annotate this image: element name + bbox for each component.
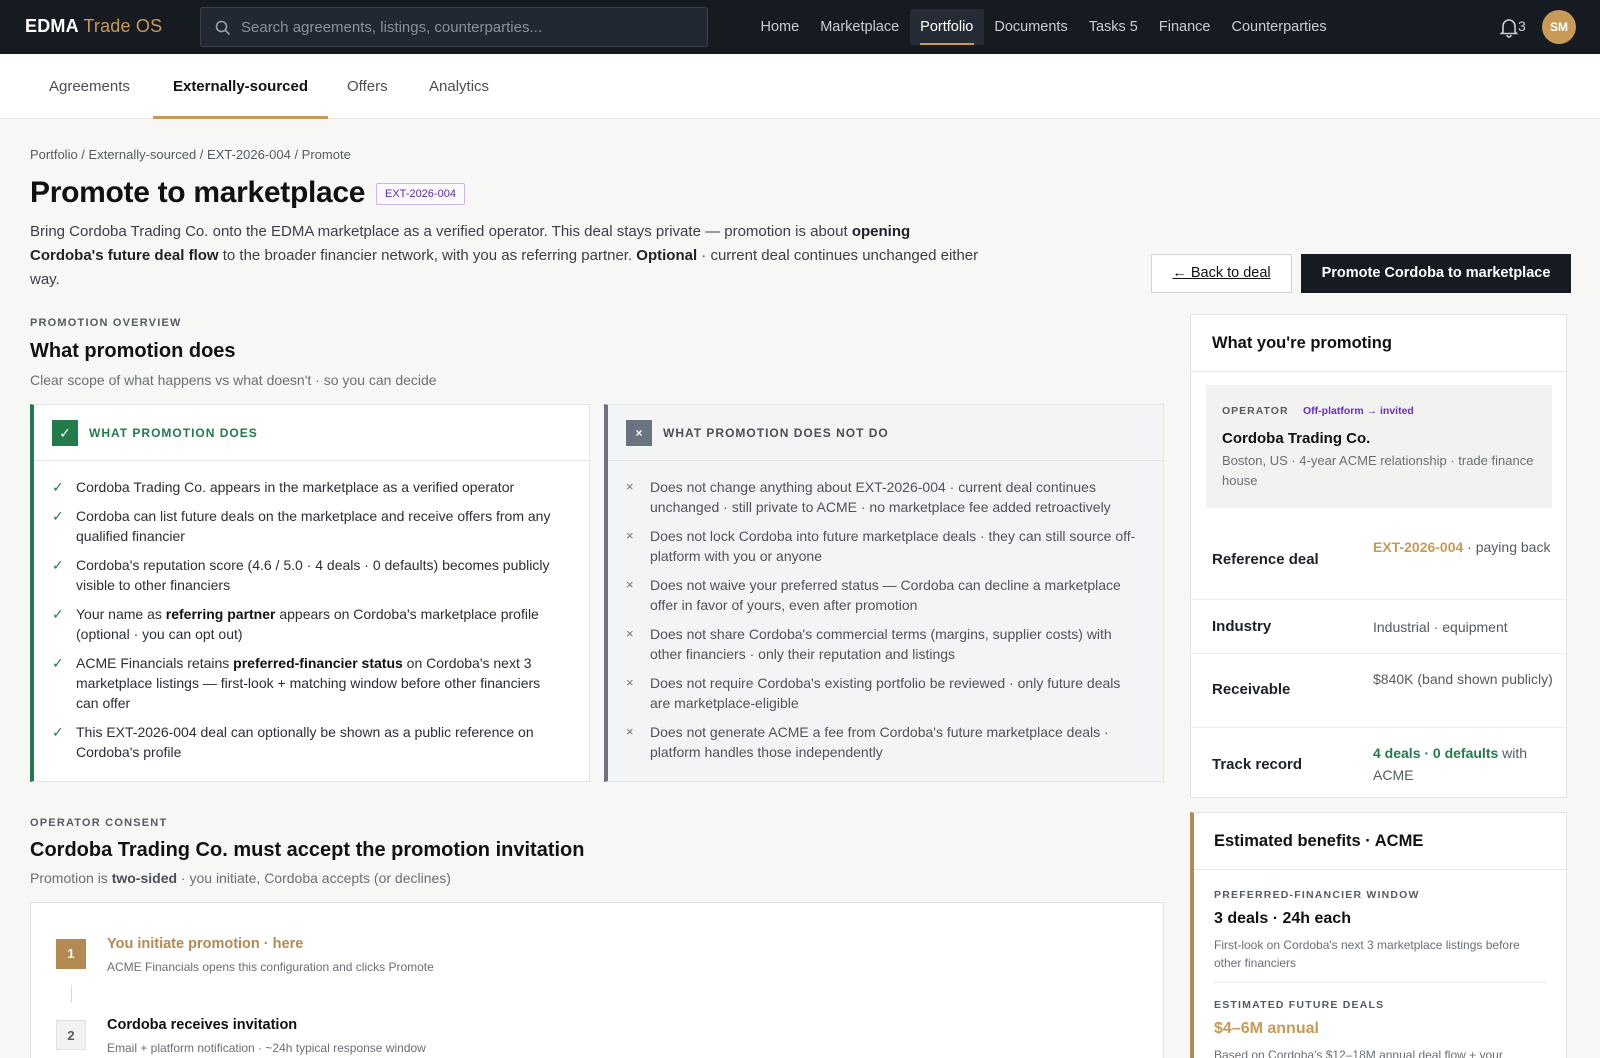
does-item: ACME Financials retains preferred-financ… [34,653,565,713]
check-icon: ✓ [52,420,78,446]
tab-analytics[interactable]: Analytics [429,54,489,119]
consent-eyebrow: OPERATOR CONSENT [30,817,168,829]
overview-subtitle: Clear scope of what happens vs what does… [30,372,437,388]
does-not-item: Does not lock Cordoba into future market… [608,526,1139,566]
user-avatar[interactable]: SM [1542,10,1576,44]
step-title: Cordoba receives invitation [107,1017,298,1033]
nav-home[interactable]: Home [750,9,810,45]
step-number: 1 [56,939,86,969]
does-not-item: Does not share Cordoba's commercial term… [608,624,1139,664]
window-value: 3 deals · 24h each [1214,910,1351,927]
operator-description: Boston, US · 4-year ACME relationship · … [1222,453,1534,488]
does-not-item: Does not require Cordoba's existing port… [608,673,1139,713]
divider [1214,982,1546,983]
breadcrumb[interactable]: Portfolio / Externally-sourced / EXT-202… [30,147,351,162]
summary-title: What you're promoting [1191,315,1566,372]
does-not-item: Does not waive your preferred status — C… [608,575,1139,615]
back-to-deal-button[interactable]: ← Back to deal [1151,254,1292,293]
notification-count: 3 [1518,18,1526,34]
consent-title: Cordoba Trading Co. must accept the prom… [30,839,585,861]
overview-eyebrow: PROMOTION OVERVIEW [30,317,182,329]
row-label: Track record [1212,756,1303,773]
tab-externally-sourced[interactable]: Externally-sourced [153,54,328,119]
step-number: 2 [56,1020,86,1050]
tab-offers[interactable]: Offers [347,54,388,119]
row-label: Receivable [1212,681,1291,698]
step-connector [71,985,72,1003]
close-icon: × [626,420,652,446]
window-description: First-look on Cordoba's next 3 marketpla… [1214,938,1520,970]
does-not-item: Does not change anything about EXT-2026-… [608,477,1139,517]
does-item: This EXT-2026-004 deal can optionally be… [34,722,565,762]
future-deals-value: $4–6M annual [1214,1020,1319,1037]
receivable-row: Receivable $840K (band shown publicly) [1191,653,1566,727]
window-label: PREFERRED-FINANCIER WINDOW [1214,889,1420,901]
benefits-title: Estimated benefits · ACME [1214,832,1424,850]
row-value: EXT-2026-004 · paying back [1373,539,1551,555]
search-input[interactable] [241,8,691,46]
page-title: Promote to marketplace [30,176,366,209]
nav-finance[interactable]: Finance [1148,9,1221,45]
track-record-row: Track record 4 deals · 0 defaults with A… [1191,727,1566,798]
does-label: WHAT PROMOTION DOES [89,426,258,440]
nav-documents[interactable]: Documents [984,9,1078,45]
reference-deal-row: Reference deal EXT-2026-004 · paying bac… [1191,522,1566,599]
app-logo[interactable]: EDMA Trade OS [25,16,162,37]
row-value: 4 deals · 0 defaults with ACME [1373,745,1528,783]
nav-tasks[interactable]: Tasks 5 [1078,9,1148,45]
operator-name: Cordoba Trading Co. [1222,430,1371,447]
operator-box: OPERATOR Off-platform → invited Cordoba … [1206,385,1552,508]
industry-row: Industry Industrial · equipment [1191,599,1566,653]
does-not-label: WHAT PROMOTION DOES NOT DO [663,426,889,440]
row-label: Industry [1212,618,1272,635]
consent-steps: 1 You initiate promotion · here ACME Fin… [30,902,1164,1058]
benefits-header: Estimated benefits · ACME [1194,813,1566,870]
operator-status: Off-platform → invited [1303,405,1414,417]
step-description: ACME Financials opens this configuration… [107,960,434,974]
estimated-benefits-card: Estimated benefits · ACME PREFERRED-FINA… [1190,812,1567,1058]
main-nav: Home Marketplace Portfolio Documents Tas… [750,0,1337,54]
does-item: Cordoba Trading Co. appears in the marke… [34,477,565,497]
deal-id-badge: EXT-2026-004 [376,183,465,205]
nav-marketplace[interactable]: Marketplace [810,9,910,45]
promotion-does-card: ✓ WHAT PROMOTION DOES Cordoba Trading Co.… [30,404,590,782]
nav-counterparties[interactable]: Counterparties [1221,9,1337,45]
top-bar: EDMA Trade OS Home Marketplace Portfolio… [0,0,1600,54]
step-description: Email + platform notification · ~24h typ… [107,1041,426,1055]
consent-subtitle: Promotion is two-sided · you initiate, C… [30,870,451,886]
does-item: Your name as referring partner appears o… [34,604,565,644]
search-icon [215,20,231,36]
portfolio-tabs: Agreements Externally-sourced Offers Ana… [0,54,1600,119]
row-label: Reference deal [1212,551,1319,568]
operator-label: OPERATOR [1222,405,1289,417]
nav-portfolio[interactable]: Portfolio [909,9,984,45]
does-not-item: Does not generate ACME a fee from Cordob… [608,722,1139,762]
reference-deal-link[interactable]: EXT-2026-004 [1373,539,1463,555]
promotion-does-not-card: × WHAT PROMOTION DOES NOT DO Does not cha… [604,404,1164,782]
does-item: Cordoba's reputation score (4.6 / 5.0 · … [34,555,565,595]
future-deals-label: ESTIMATED FUTURE DEALS [1214,999,1385,1011]
promote-button[interactable]: Promote Cordoba to marketplace [1301,254,1571,293]
tab-agreements[interactable]: Agreements [49,54,130,119]
row-value: $840K (band shown publicly) [1373,671,1553,687]
step-title[interactable]: You initiate promotion · here [107,936,303,952]
future-deals-description: Based on Cordoba's $12–18M annual deal f… [1214,1048,1503,1058]
overview-title: What promotion does [30,340,236,362]
global-search[interactable] [200,7,708,47]
row-value: Industrial · equipment [1373,619,1508,635]
does-item: Cordoba can list future deals on the mar… [34,506,565,546]
promoting-summary-card: What you're promoting OPERATOR Off-platf… [1190,314,1567,798]
page-intro: Bring Cordoba Trading Co. onto the EDMA … [30,223,979,288]
